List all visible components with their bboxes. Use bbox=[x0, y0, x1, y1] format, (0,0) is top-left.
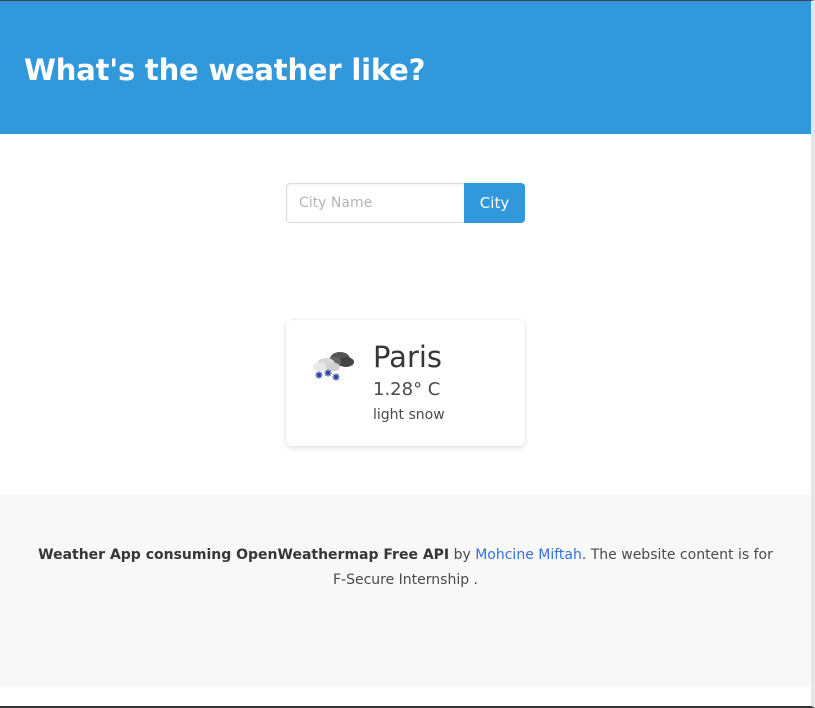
weather-card: Paris 1.28° C light snow bbox=[286, 320, 525, 446]
footer-text: Weather App consuming OpenWeathermap Fre… bbox=[30, 543, 781, 593]
weather-description: light snow bbox=[373, 407, 445, 423]
page-title: What's the weather like? bbox=[24, 53, 426, 87]
light-snow-icon bbox=[313, 352, 354, 381]
author-link[interactable]: Mohcine Miftah bbox=[475, 547, 582, 563]
footer: Weather App consuming OpenWeathermap Fre… bbox=[0, 495, 811, 687]
footer-app-name: Weather App consuming OpenWeathermap Fre… bbox=[38, 547, 450, 563]
city-name-input[interactable] bbox=[286, 183, 464, 223]
search-form: City bbox=[286, 183, 525, 223]
page: What's the weather like? City Name City … bbox=[0, 0, 815, 708]
city-name: Paris bbox=[373, 340, 443, 374]
hero-header: What's the weather like? bbox=[0, 1, 811, 134]
temperature: 1.28° C bbox=[373, 379, 441, 400]
footer-by-text: by bbox=[449, 547, 476, 563]
city-search-button[interactable]: City bbox=[464, 183, 525, 223]
